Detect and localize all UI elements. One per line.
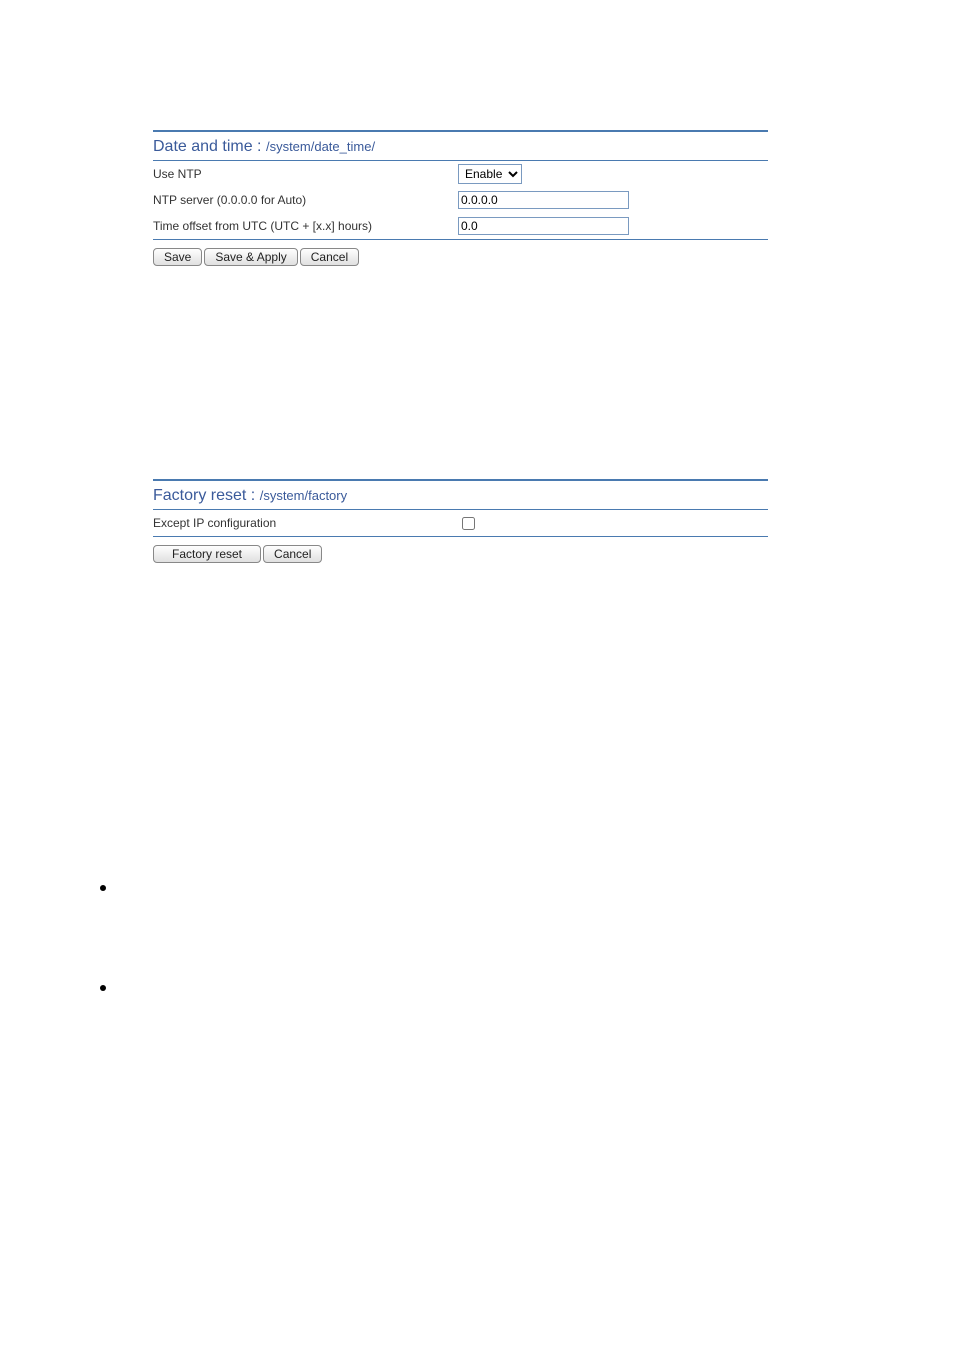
use-ntp-label: Use NTP — [153, 167, 458, 181]
section-title-factory: Factory reset : — [153, 487, 255, 504]
row-ntp-server: NTP server (0.0.0.0 for Auto) — [153, 187, 768, 213]
section-title: Date and time : — [153, 138, 262, 155]
breadcrumb-factory: /system/factory — [260, 488, 347, 503]
except-ip-checkbox[interactable] — [462, 517, 475, 530]
factory-form: Except IP configuration — [153, 510, 768, 537]
save-apply-button[interactable]: Save & Apply — [204, 248, 297, 266]
list-item — [85, 982, 954, 1082]
section-header-factory: Factory reset : /system/factory — [153, 479, 768, 510]
cancel-button[interactable]: Cancel — [300, 248, 359, 266]
factory-reset-button[interactable]: Factory reset — [153, 545, 261, 563]
datetime-button-row: Save Save & Apply Cancel — [153, 240, 768, 274]
save-button[interactable]: Save — [153, 248, 202, 266]
bullet-list — [85, 882, 954, 1082]
except-ip-label: Except IP configuration — [153, 516, 458, 530]
datetime-form: Use NTP Enable NTP server (0.0.0.0 for A… — [153, 161, 768, 240]
row-use-ntp: Use NTP Enable — [153, 161, 768, 187]
ntp-server-label: NTP server (0.0.0.0 for Auto) — [153, 193, 458, 207]
time-offset-label: Time offset from UTC (UTC + [x.x] hours) — [153, 219, 458, 233]
time-offset-input[interactable] — [458, 217, 629, 235]
row-time-offset: Time offset from UTC (UTC + [x.x] hours) — [153, 213, 768, 239]
row-except-ip: Except IP configuration — [153, 510, 768, 536]
use-ntp-select[interactable]: Enable — [458, 164, 522, 184]
section-header-datetime: Date and time : /system/date_time/ — [153, 130, 768, 161]
list-item — [85, 882, 954, 982]
cancel-button-factory[interactable]: Cancel — [263, 545, 322, 563]
factory-reset-section: Factory reset : /system/factory Except I… — [153, 479, 768, 571]
factory-button-row: Factory reset Cancel — [153, 537, 768, 571]
ntp-server-input[interactable] — [458, 191, 629, 209]
breadcrumb: /system/date_time/ — [266, 139, 375, 154]
date-time-section: Date and time : /system/date_time/ Use N… — [153, 130, 768, 274]
